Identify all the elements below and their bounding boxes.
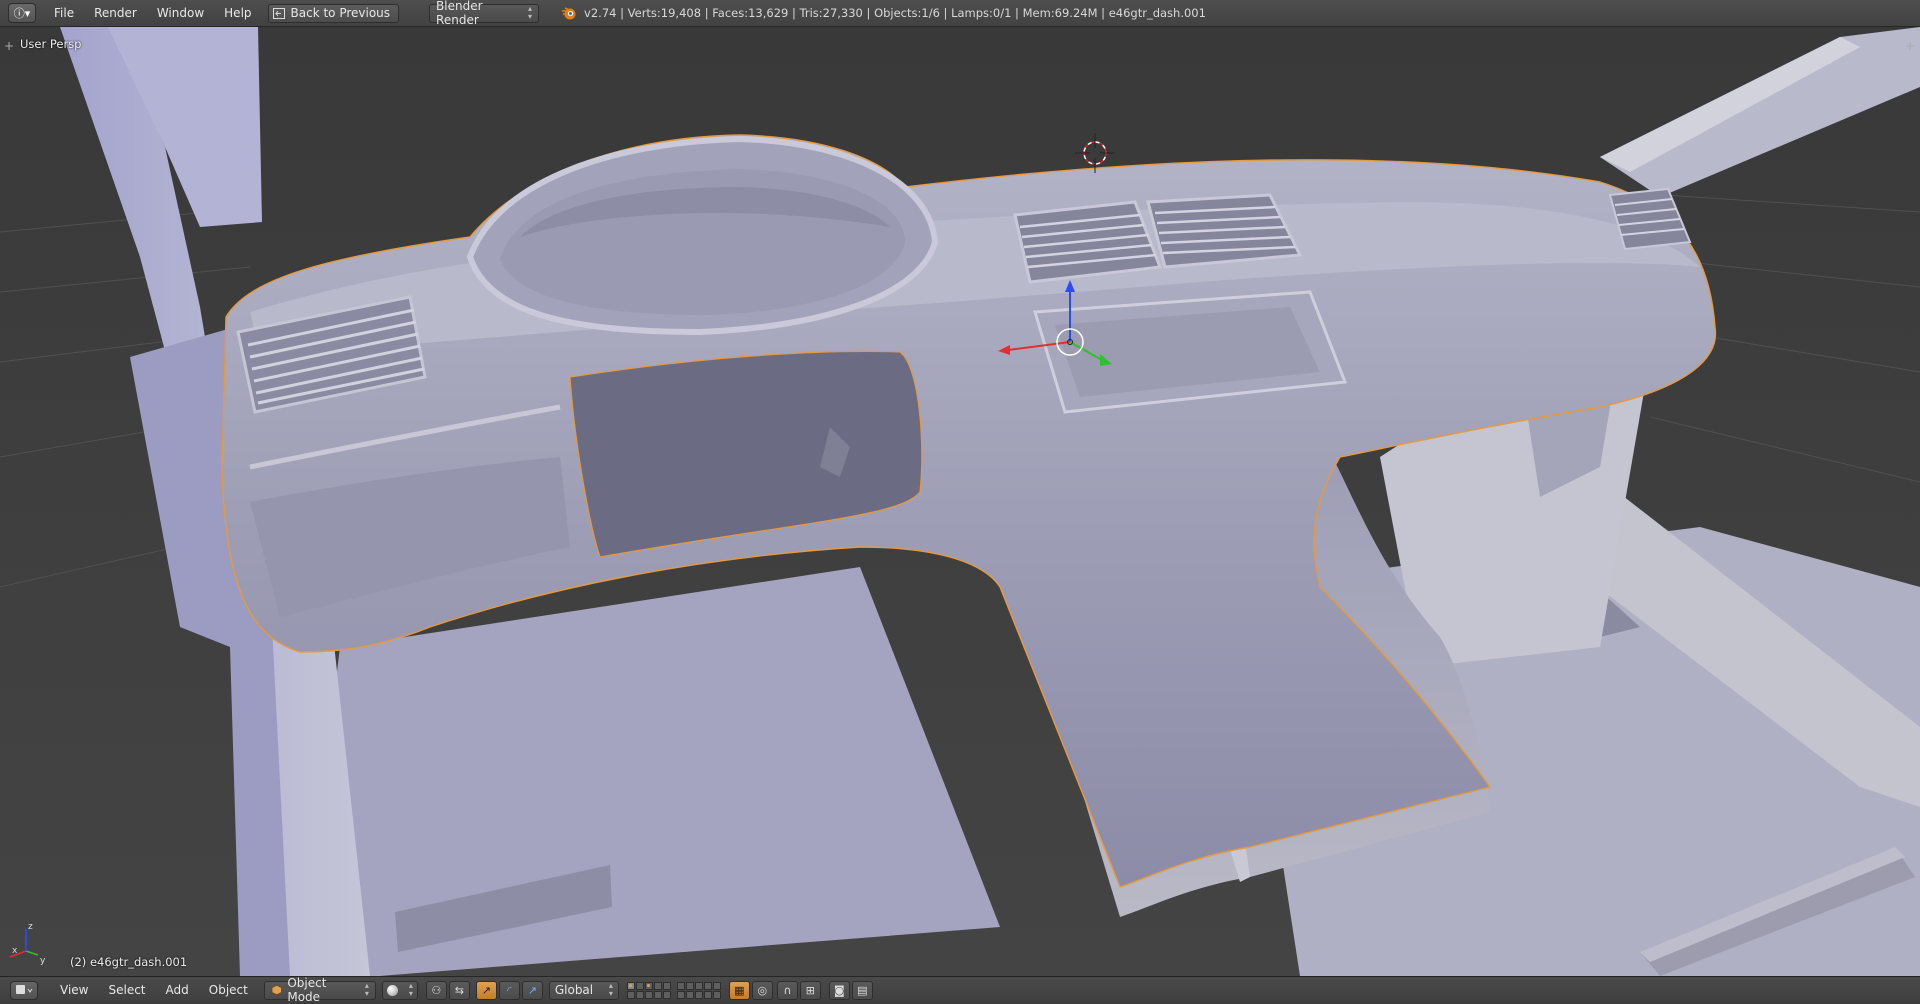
axis-label-x: x: [12, 946, 18, 956]
menu-help[interactable]: Help: [214, 6, 261, 20]
layer-button[interactable]: [694, 981, 703, 990]
layer-button[interactable]: [626, 990, 635, 999]
layer-button[interactable]: [694, 990, 703, 999]
scene-layers-group-2[interactable]: [676, 981, 721, 999]
layer-button[interactable]: [635, 990, 644, 999]
updown-arrows-icon: ▴ ▾: [408, 981, 413, 998]
rotate-arc-icon: ◜: [507, 983, 512, 997]
solid-shading-icon: [386, 984, 398, 996]
axis-label-z: z: [28, 922, 33, 932]
menu-window[interactable]: Window: [147, 6, 214, 20]
updown-arrows-icon: ▴ ▾: [528, 4, 533, 21]
render-engine-label: Blender Render: [436, 0, 483, 27]
translate-arrow-icon: ↗: [481, 983, 491, 997]
scene-stats: v2.74 | Verts:19,408 | Faces:13,629 | Tr…: [561, 5, 1206, 21]
view-name-label: User Persp: [20, 37, 82, 51]
layer-button[interactable]: [685, 990, 694, 999]
translate-manipulator-button[interactable]: ↗: [475, 980, 497, 1000]
menu-file[interactable]: File: [44, 6, 84, 20]
transform-orientation-select[interactable]: Global ▴ ▾: [548, 980, 619, 1000]
layer-button[interactable]: [635, 981, 644, 990]
editor-type-3d-button[interactable]: [10, 980, 38, 1000]
render-opengl-animation-button[interactable]: ▤: [851, 980, 873, 1000]
rotate-manipulator-button[interactable]: ◜: [498, 980, 520, 1000]
viewport-shading-select[interactable]: ▴ ▾: [381, 980, 418, 1000]
3d-viewport[interactable]: x y z User Persp (2) e46gtr_dash.001 + +: [0, 27, 1920, 976]
proportional-circle-icon: ◎: [757, 983, 768, 997]
render-engine-select[interactable]: Blender Render ▴ ▾: [429, 0, 540, 27]
screen-back-icon: [272, 7, 285, 19]
manipulator-arrows-icon: ⇆: [454, 983, 464, 997]
object-mode-icon: [271, 984, 282, 996]
menu-object[interactable]: Object: [199, 983, 258, 997]
back-to-previous-label: Back to Previous: [290, 6, 391, 20]
3d-view-header: View Select Add Object Object Mode ▴ ▾ ▴ ▾…: [0, 976, 1920, 1004]
layer-button[interactable]: [653, 990, 662, 999]
info-header: ⓘ▾ File Render Window Help Back to Previ…: [0, 0, 1920, 27]
interaction-mode-label: Object Mode: [287, 976, 327, 1004]
back-to-previous-button[interactable]: Back to Previous: [267, 3, 400, 23]
3d-view-editor-icon: [16, 985, 33, 994]
region-toggle-right-icon[interactable]: +: [1905, 39, 1915, 53]
render-opengl-image-button[interactable]: ◙: [828, 980, 850, 1000]
scale-arrow-icon: ↗: [527, 983, 537, 997]
layer-button[interactable]: [703, 981, 712, 990]
axis-label-y: y: [40, 956, 46, 966]
snap-grid-icon: ⊞: [805, 983, 815, 997]
camera-icon: ◙: [834, 983, 845, 997]
scale-manipulator-button[interactable]: ↗: [521, 980, 543, 1000]
scene-stats-text: v2.74 | Verts:19,408 | Faces:13,629 | Tr…: [584, 6, 1206, 20]
proportional-editing-button[interactable]: ◎: [751, 980, 773, 1000]
layer-button[interactable]: [703, 990, 712, 999]
layer-button[interactable]: [644, 990, 653, 999]
layer-button[interactable]: [644, 981, 653, 990]
layers-lock-icon: ▦: [734, 983, 745, 997]
menu-render[interactable]: Render: [84, 6, 147, 20]
interaction-mode-select[interactable]: Object Mode ▴ ▾: [263, 976, 376, 1004]
manipulator-toggle-button[interactable]: ⇆: [448, 980, 470, 1000]
viewport-scene[interactable]: x y z: [0, 27, 1920, 976]
layer-button[interactable]: [712, 981, 721, 990]
pivot-point-button[interactable]: ⚇: [425, 980, 447, 1000]
snap-toggle-button[interactable]: ∩: [776, 980, 798, 1000]
layer-button[interactable]: [653, 981, 662, 990]
active-object-label: (2) e46gtr_dash.001: [70, 955, 188, 969]
lock-camera-layers-button[interactable]: ▦: [728, 980, 750, 1000]
editor-type-button[interactable]: ⓘ▾: [8, 3, 36, 23]
transform-orientation-label: Global: [554, 983, 594, 997]
layer-button[interactable]: [662, 981, 671, 990]
layer-button[interactable]: [676, 990, 685, 999]
menu-view[interactable]: View: [50, 983, 98, 997]
updown-arrows-icon: ▴ ▾: [608, 981, 613, 998]
snap-magnet-icon: ∩: [783, 983, 792, 997]
pivot-point-icon: ⚇: [431, 983, 442, 997]
updown-arrows-icon: ▴ ▾: [364, 981, 369, 998]
layer-button[interactable]: [712, 990, 721, 999]
info-icon: ⓘ▾: [13, 7, 31, 20]
snap-element-button[interactable]: ⊞: [799, 980, 821, 1000]
menu-select[interactable]: Select: [98, 983, 155, 997]
layer-button[interactable]: [626, 981, 635, 990]
region-toggle-left-icon[interactable]: +: [4, 39, 14, 53]
scene-layers-group-1[interactable]: [626, 981, 671, 999]
layer-button[interactable]: [662, 990, 671, 999]
layer-button[interactable]: [676, 981, 685, 990]
clapperboard-icon: ▤: [857, 983, 868, 997]
menu-add[interactable]: Add: [156, 983, 199, 997]
layer-button[interactable]: [685, 981, 694, 990]
blender-logo-icon: [562, 7, 576, 20]
